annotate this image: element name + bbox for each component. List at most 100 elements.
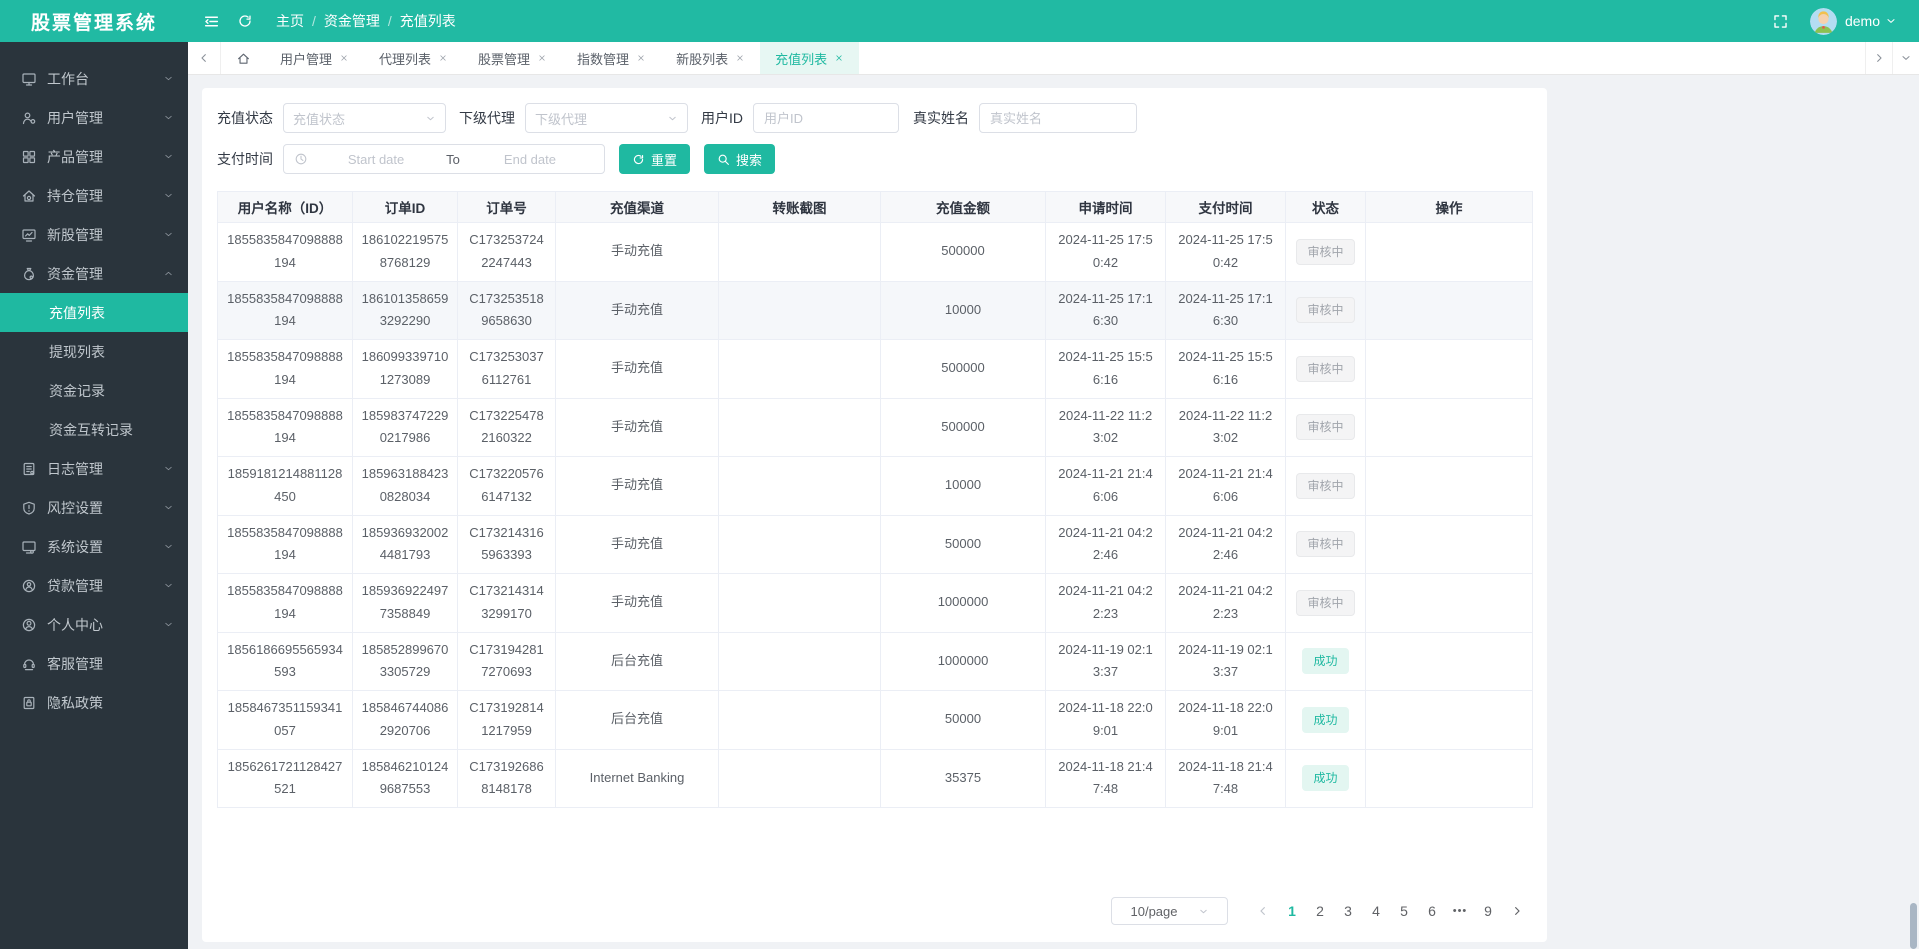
prev-page-button[interactable] (1248, 897, 1278, 925)
tabs-scroll-right-button[interactable] (1865, 42, 1892, 74)
header-actions: demo (1770, 7, 1919, 35)
next-page-button[interactable] (1502, 897, 1532, 925)
breadcrumb-home[interactable]: 主页 (276, 11, 304, 31)
sidebar-item-new-stocks[interactable]: 新股管理 (0, 215, 188, 254)
cell-order-id: 1860993397101273089 (352, 339, 458, 399)
recharge-table: 用户名称（ID） 订单ID 订单号 充值渠道 转账截图 充值金额 申请时间 支付时间 状态 操作 … (217, 191, 1533, 808)
sidebar-collapse-icon[interactable] (200, 10, 222, 32)
user-id-input[interactable] (753, 103, 899, 133)
sidebar-subitem-withdraw-list[interactable]: 提现列表 (0, 332, 188, 371)
cell-screenshot (718, 397, 881, 457)
search-button[interactable]: 搜索 (704, 144, 776, 174)
cell-screenshot (718, 690, 881, 750)
username[interactable]: demo (1845, 13, 1880, 29)
sidebar-item-users[interactable]: 用户管理 (0, 98, 188, 137)
tab-indexes[interactable]: 指数管理 (562, 42, 661, 74)
chevron-down-icon (1198, 906, 1209, 917)
cell-action (1365, 339, 1533, 399)
cell-user-id: 1856186695565934593 (217, 631, 353, 691)
tab-label: 代理列表 (379, 51, 432, 67)
sidebar-item-logs[interactable]: 日志管理 (0, 449, 188, 488)
privacy-icon (21, 695, 37, 711)
sidebar-subitem-recharge-list[interactable]: 充值列表 (0, 293, 188, 332)
cell-action (1365, 690, 1533, 750)
status-badge: 审核中 (1296, 238, 1355, 265)
cell-status: 审核中 (1285, 339, 1366, 399)
tab-recharge-list[interactable]: 充值列表 (760, 42, 860, 74)
close-icon[interactable] (636, 53, 646, 63)
date-range-separator: To (446, 151, 460, 167)
scrollbar-thumb[interactable] (1910, 903, 1917, 949)
cell-order-no: C1732535189658630 (457, 280, 556, 340)
tabs-scroll-left-button[interactable] (188, 42, 221, 74)
refresh-icon[interactable] (234, 10, 256, 32)
risk-icon (21, 500, 37, 516)
sidebar-item-products[interactable]: 产品管理 (0, 137, 188, 176)
tab-agents[interactable]: 代理列表 (364, 42, 463, 74)
cell-screenshot (718, 631, 881, 691)
reset-button[interactable]: 重置 (619, 144, 691, 174)
cell-action (1365, 631, 1533, 691)
sidebar-subitem-fund-records[interactable]: 资金记录 (0, 371, 188, 410)
fullscreen-icon[interactable] (1770, 10, 1792, 32)
new-stocks-icon (21, 227, 37, 243)
sidebar-item-system[interactable]: 系统设置 (0, 527, 188, 566)
avatar[interactable] (1809, 7, 1837, 35)
tab-users[interactable]: 用户管理 (265, 42, 364, 74)
filter-status-label: 充值状态 (217, 110, 273, 126)
column-header: 申请时间 (1045, 191, 1166, 223)
cell-status: 成功 (1285, 748, 1366, 808)
page-number-2[interactable]: 2 (1306, 897, 1334, 925)
page-size-select[interactable]: 10/page (1111, 897, 1228, 925)
filter-agent-select[interactable]: 下级代理 (525, 103, 688, 133)
sidebar-item-positions[interactable]: 持仓管理 (0, 176, 188, 215)
sidebar-item-profile[interactable]: 个人中心 (0, 605, 188, 644)
cell-order-no: C1731942817270693 (457, 631, 556, 691)
status-badge: 成功 (1302, 706, 1349, 733)
cell-channel: 手动充值 (555, 573, 719, 633)
cell-channel: 后台充值 (555, 690, 719, 750)
page-number-5[interactable]: 5 (1390, 897, 1418, 925)
close-icon[interactable] (537, 53, 547, 63)
close-icon[interactable] (339, 53, 349, 63)
page-number-3[interactable]: 3 (1334, 897, 1362, 925)
cell-status: 成功 (1285, 690, 1366, 750)
real-name-input[interactable] (979, 103, 1137, 133)
page-number-4[interactable]: 4 (1362, 897, 1390, 925)
sidebar-item-workbench[interactable]: 工作台 (0, 59, 188, 98)
start-date-placeholder: Start date (347, 151, 405, 167)
sidebar-item-risk[interactable]: 风控设置 (0, 488, 188, 527)
filter-status-select[interactable]: 充值状态 (283, 103, 446, 133)
table-row: 1856261721128427521 1858462101249687553 C1… (217, 748, 1533, 808)
tabs: 用户管理 代理列表 股票管理 指数管理 新股列表 充值列表 (265, 42, 860, 74)
sidebar-item-loans[interactable]: 贷款管理 (0, 566, 188, 605)
cell-screenshot (718, 280, 881, 340)
page-number-1[interactable]: 1 (1278, 897, 1306, 925)
close-icon[interactable] (834, 53, 844, 63)
sidebar-item-privacy[interactable]: 隐私政策 (0, 683, 188, 722)
pay-time-range-input[interactable]: Start date To End date (283, 144, 605, 174)
tab-stocks[interactable]: 股票管理 (463, 42, 562, 74)
close-icon[interactable] (735, 53, 745, 63)
tab-new-stocks[interactable]: 新股列表 (661, 42, 760, 74)
refresh-icon (633, 154, 644, 164)
chevron-down-icon (163, 190, 174, 201)
home-icon[interactable] (221, 42, 265, 74)
cell-amount: 10000 (880, 456, 1046, 516)
sidebar-item-service[interactable]: 客服管理 (0, 644, 188, 683)
sidebar-item-label: 用户管理 (47, 109, 103, 126)
column-header: 转账截图 (718, 191, 881, 223)
cell-screenshot (718, 339, 881, 399)
page-more-button[interactable]: ••• (1446, 897, 1474, 925)
page-number-6[interactable]: 6 (1418, 897, 1446, 925)
sidebar-item-funds[interactable]: 资金管理 (0, 254, 188, 293)
close-icon[interactable] (438, 53, 448, 63)
positions-icon (21, 188, 37, 204)
chevron-down-icon[interactable] (1885, 15, 1897, 27)
users-icon (21, 110, 37, 126)
sidebar-subitem-fund-transfer-records[interactable]: 资金互转记录 (0, 410, 188, 449)
page-number-9[interactable]: 9 (1474, 897, 1502, 925)
cell-apply-time: 2024-11-19 02:13:37 (1045, 631, 1166, 691)
scrollbar[interactable] (1909, 42, 1919, 949)
sidebar-item-label: 工作台 (47, 70, 89, 87)
